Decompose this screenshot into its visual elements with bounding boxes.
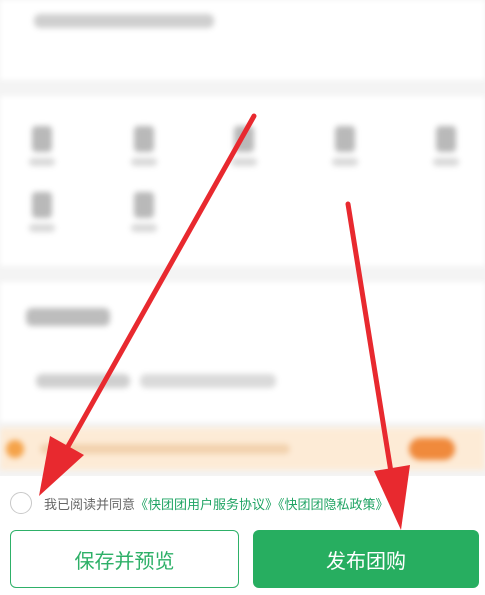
blurred-icon <box>134 192 154 218</box>
section-card <box>0 282 485 422</box>
agreement-prefix: 我已阅读并同意 <box>44 496 136 512</box>
banner-button <box>409 438 455 460</box>
agree-checkbox[interactable] <box>10 492 32 514</box>
blurred-icon <box>32 192 52 218</box>
blurred-icon-label <box>433 158 459 166</box>
icon-grid <box>0 96 485 266</box>
blurred-icon <box>335 126 355 152</box>
blurred-icon-label <box>131 224 157 232</box>
blurred-icon <box>134 126 154 152</box>
agreement-row: 我已阅读并同意《快团团用户服务协议》《快团团隐私政策》 <box>10 492 389 514</box>
blurred-field <box>34 14 214 28</box>
promo-banner <box>0 428 485 470</box>
banner-text <box>40 444 290 454</box>
blurred-icon <box>436 126 456 152</box>
blurred-icon-label <box>231 158 257 166</box>
blurred-heading <box>26 308 110 326</box>
blurred-icon <box>234 126 254 152</box>
privacy-policy-link[interactable]: 《快团团隐私政策》 <box>278 497 389 512</box>
agreement-text: 我已阅读并同意《快团团用户服务协议》《快团团隐私政策》 <box>44 494 389 513</box>
blurred-icon-label <box>131 158 157 166</box>
blurred-text <box>36 374 130 388</box>
blurred-icon-label <box>29 224 55 232</box>
top-card <box>0 0 485 80</box>
blurred-icon-label <box>29 158 55 166</box>
banner-icon <box>6 440 24 458</box>
publish-button[interactable]: 发布团购 <box>253 530 479 588</box>
blurred-icon-label <box>332 158 358 166</box>
blurred-icon <box>32 126 52 152</box>
save-preview-button[interactable]: 保存并预览 <box>10 530 239 588</box>
blurred-text <box>140 374 276 388</box>
user-agreement-link[interactable]: 《快团团用户服务协议》 <box>135 497 278 512</box>
